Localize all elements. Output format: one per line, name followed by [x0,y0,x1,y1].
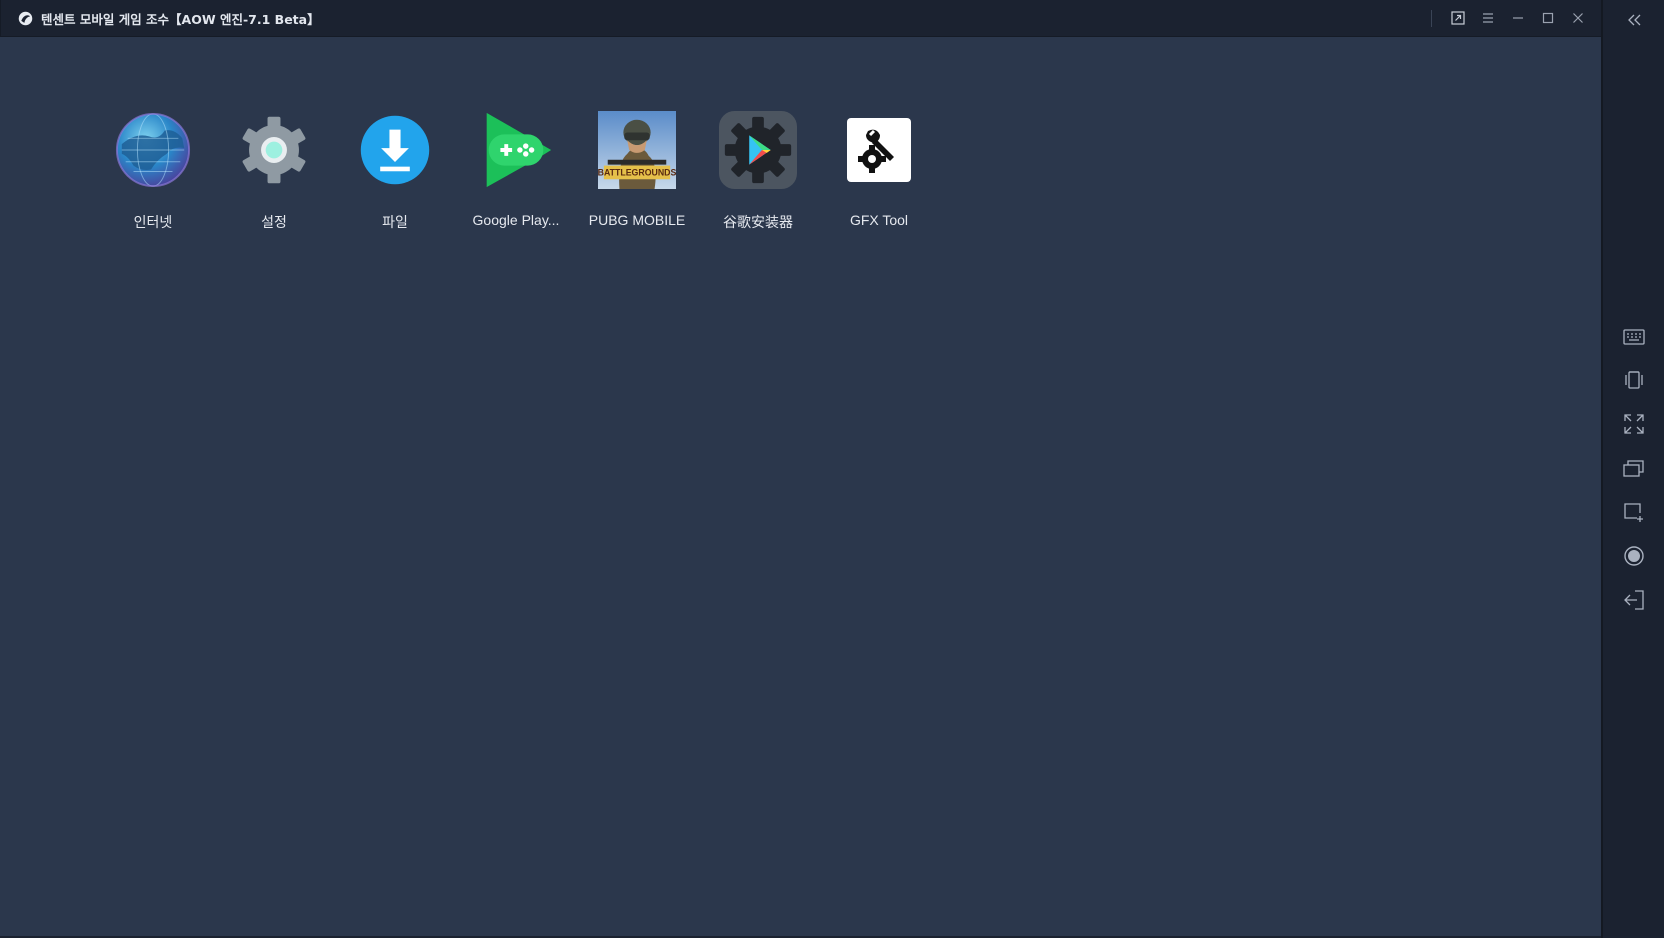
shake-icon [1625,371,1643,389]
exit-button[interactable] [1621,587,1647,613]
add-screen-icon [1624,503,1643,522]
android-home-screen: 인터넷 설정 파일 Google Play... BATTLEGROUNDS P… [1,37,1601,937]
emulator-window: 텐센트 모바일 게임 조수【AOW 엔진-7.1 Beta】 인터넷 설정 파일… [0,0,1664,938]
close-icon [1573,13,1583,23]
keyboard-icon [1623,329,1645,345]
multi-window-button[interactable] [1621,455,1647,481]
app-gfx-tool[interactable]: GFX Tool [819,109,939,229]
menu-button[interactable] [1478,8,1498,28]
app-google-play-games[interactable]: Google Play... [456,109,576,229]
app-internet[interactable]: 인터넷 [93,109,213,230]
add-screen-button[interactable] [1621,499,1647,525]
app-google-installer[interactable]: 谷歌安装器 [698,109,818,230]
minimize-button[interactable] [1508,8,1528,28]
fullscreen-button[interactable] [1621,411,1647,437]
app-logo-icon [18,11,33,26]
svg-text:BATTLEGROUNDS: BATTLEGROUNDS [598,167,676,177]
app-label: 파일 [382,214,408,230]
titlebar-divider [1431,10,1432,27]
gfx-tool-icon [838,109,920,191]
google-play-games-icon [475,109,557,191]
pin-window-icon [1451,11,1465,25]
app-label: 설정 [261,214,287,230]
app-label: GFX Tool [849,212,909,228]
title-bar: 텐센트 모바일 게임 조수【AOW 엔진-7.1 Beta】 [0,0,1601,37]
app-pubg-mobile[interactable]: BATTLEGROUNDS PUBG MOBILE [577,109,697,229]
pin-window-button[interactable] [1448,8,1468,28]
globe-icon [112,109,194,191]
exit-icon [1624,590,1644,610]
app-label: PUBG MOBILE [588,212,686,228]
pubg-mobile-icon: BATTLEGROUNDS [596,109,678,191]
settings-gear-icon [233,109,315,191]
shake-button[interactable] [1621,367,1647,393]
collapse-sidebar-button[interactable] [1621,7,1647,33]
keyboard-button[interactable] [1621,324,1647,350]
window-title: 텐센트 모바일 게임 조수【AOW 엔진-7.1 Beta】 [41,12,320,27]
google-installer-icon [717,109,799,191]
app-files[interactable]: 파일 [335,109,455,230]
fullscreen-icon [1624,414,1644,434]
menu-icon [1483,13,1493,23]
app-label: 谷歌安装器 [723,214,793,230]
record-icon [1624,546,1644,566]
multi-window-icon [1623,460,1644,477]
app-settings[interactable]: 설정 [214,109,334,230]
maximize-icon [1542,12,1554,24]
download-icon [354,109,436,191]
close-button[interactable] [1568,8,1588,28]
maximize-button[interactable] [1538,8,1558,28]
collapse-icon [1628,14,1641,26]
right-toolbar [1601,0,1664,938]
minimize-icon [1513,17,1523,19]
app-label: Google Play... [472,212,560,228]
record-button[interactable] [1621,543,1647,569]
app-label: 인터넷 [133,214,173,230]
